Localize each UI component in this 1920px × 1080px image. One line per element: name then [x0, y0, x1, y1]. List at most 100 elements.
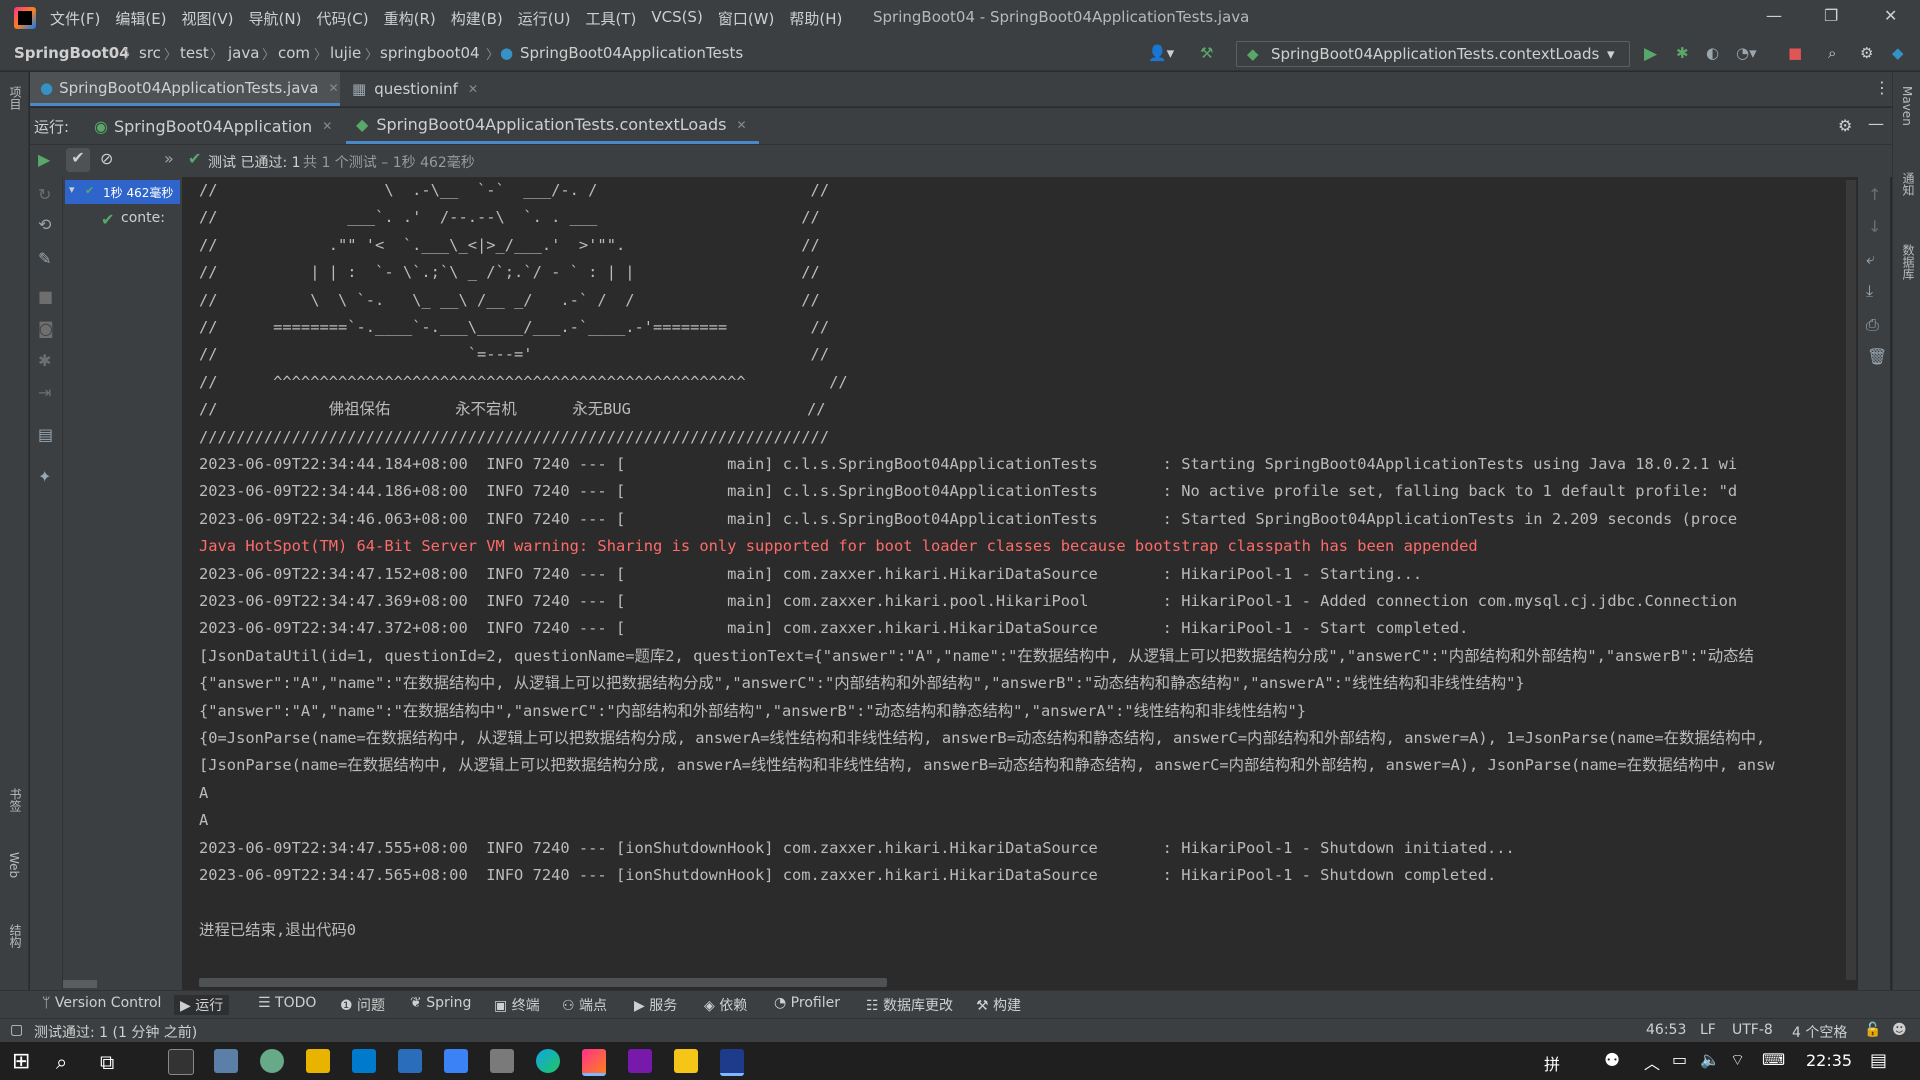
vscode-icon[interactable]	[352, 1049, 376, 1073]
close-icon[interactable]: ✕	[1884, 6, 1897, 25]
breadcrumb-java[interactable]: java	[228, 44, 259, 62]
run-settings-gear-icon[interactable]: ⚙	[1838, 116, 1852, 135]
people-icon[interactable]: ⚉	[1604, 1050, 1620, 1071]
run-tab-application[interactable]: ◉ SpringBoot04Application ✕	[94, 108, 332, 144]
bookmarks-tool-label[interactable]: 书签	[7, 788, 24, 812]
caret-position[interactable]: 46:53	[1646, 1022, 1686, 1038]
edge-browser-icon[interactable]	[536, 1049, 560, 1073]
menu-run[interactable]: 运行(U)	[518, 8, 571, 29]
minimize-icon[interactable]: —	[1766, 6, 1782, 25]
lock-icon[interactable]: 🔓	[1864, 1022, 1881, 1038]
windows-start-icon[interactable]: ⊞	[12, 1049, 30, 1074]
tab-todo[interactable]: ☰ TODO	[258, 995, 316, 1011]
run-configuration-select[interactable]: ◆ SpringBoot04ApplicationTests.contextLo…	[1236, 41, 1630, 67]
menu-edit[interactable]: 编辑(E)	[115, 8, 166, 29]
search-icon[interactable]: ⌕	[1828, 44, 1836, 62]
close-tab-icon[interactable]: ✕	[468, 82, 478, 96]
battery-icon[interactable]: ▭	[1672, 1050, 1687, 1069]
tab-endpoints[interactable]: ⚇ 端点	[562, 995, 607, 1015]
hide-window-icon[interactable]: —	[1868, 114, 1884, 133]
menu-help[interactable]: 帮助(H)	[789, 8, 842, 29]
tab-build[interactable]: ⚒ 构建	[976, 995, 1021, 1015]
mail-app-icon[interactable]	[444, 1049, 468, 1073]
console-vertical-scrollbar[interactable]	[1846, 180, 1856, 980]
menu-navigate[interactable]: 导航(N)	[249, 8, 302, 29]
console-horizontal-scroll-thumb[interactable]	[199, 978, 887, 987]
tab-profiler[interactable]: ◔ Profiler	[774, 995, 840, 1011]
chevron-down-icon[interactable]: ▾	[69, 183, 75, 196]
run-tab-context-loads[interactable]: ◆ SpringBoot04ApplicationTests.contextLo…	[346, 108, 759, 144]
console-output[interactable]: // \ .-\__ `-` ___/-. / // // ___`. .' /-…	[183, 177, 1858, 982]
menu-window[interactable]: 窗口(W)	[718, 8, 775, 29]
tree-scroll-thumb[interactable]	[63, 980, 97, 988]
camera-icon[interactable]: ◙	[38, 319, 54, 338]
coverage-icon[interactable]: ◐	[1706, 44, 1719, 62]
editor-tab-questioninf[interactable]: ▦ questioninf ✕	[352, 72, 478, 106]
tab-run[interactable]: ▶ 运行	[174, 995, 230, 1015]
breadcrumb-lujie[interactable]: lujie	[330, 44, 361, 62]
menu-build[interactable]: 构建(B)	[451, 8, 503, 29]
indent-setting[interactable]: 4 个空格	[1792, 1022, 1847, 1042]
close-tab-icon[interactable]: ✕	[322, 119, 332, 133]
maven-tool-label[interactable]: Maven	[1900, 86, 1914, 126]
action-center-icon[interactable]: ▤	[1870, 1050, 1887, 1071]
close-tab-icon[interactable]: ✕	[328, 81, 338, 95]
app-icon[interactable]	[720, 1049, 744, 1076]
editor-tab-tests-java[interactable]: ● SpringBoot04ApplicationTests.java ✕	[30, 72, 340, 106]
wrench-icon[interactable]: ✎	[38, 249, 51, 268]
tab-services[interactable]: ▶ 服务	[634, 995, 677, 1015]
breadcrumb-src[interactable]: src	[139, 44, 161, 62]
show-passed-icon[interactable]: ✔	[66, 148, 90, 172]
browser-app-icon[interactable]	[260, 1049, 284, 1073]
menu-view[interactable]: 视图(V)	[182, 8, 234, 29]
rerun-icon[interactable]: ▶	[38, 150, 50, 169]
more-options-icon[interactable]: ⋮	[1874, 78, 1890, 97]
show-ignored-icon[interactable]: ⊘	[100, 149, 113, 168]
menu-tools[interactable]: 工具(T)	[585, 8, 636, 29]
tree-row-context-loads[interactable]: ✔ conte:	[65, 207, 180, 231]
tab-version-control[interactable]: ᛘ Version Control	[42, 995, 161, 1011]
settings-gear-icon[interactable]: ⚙	[1860, 44, 1873, 62]
stop-icon[interactable]: ■	[38, 287, 53, 306]
profile-icon[interactable]: ◔▾	[1736, 44, 1757, 62]
breadcrumb-com[interactable]: com	[278, 44, 310, 62]
plugin-icon[interactable]: ◆	[1892, 44, 1904, 62]
tab-terminal[interactable]: ▣ 终端	[494, 995, 540, 1015]
file-explorer-icon[interactable]	[306, 1049, 330, 1073]
volume-icon[interactable]: 🔈	[1700, 1050, 1720, 1069]
debug-icon[interactable]: ✱	[38, 351, 51, 370]
menu-code[interactable]: 代码(C)	[316, 8, 368, 29]
layout-icon[interactable]: ▤	[38, 425, 53, 444]
chevron-up-icon[interactable]: ︿	[1644, 1050, 1660, 1074]
photos-app-icon[interactable]	[214, 1049, 238, 1073]
toggle-auto-test-icon[interactable]: ↻	[38, 185, 51, 204]
tab-dependencies[interactable]: ◈ 依赖	[704, 995, 747, 1015]
status-message[interactable]: 测试通过: 1 (1 分钟 之前)	[34, 1022, 197, 1042]
breadcrumb-class[interactable]: SpringBoot04ApplicationTests	[520, 44, 743, 62]
user-icon[interactable]: 👤▾	[1148, 44, 1174, 62]
print-icon[interactable]: ⎙	[1866, 315, 1879, 335]
debug-icon[interactable]: ✱	[1676, 44, 1689, 62]
menu-vcs[interactable]: VCS(S)	[651, 8, 702, 29]
app-icon[interactable]	[398, 1049, 422, 1073]
breadcrumb-project[interactable]: SpringBoot04	[14, 44, 130, 62]
more-toolbar-icon[interactable]: »	[164, 149, 174, 168]
search-icon[interactable]: ⌕	[56, 1050, 67, 1074]
onenote-icon[interactable]	[628, 1049, 652, 1073]
wifi-icon[interactable]: ⌔	[1730, 1050, 1745, 1070]
file-encoding[interactable]: UTF-8	[1732, 1022, 1773, 1038]
structure-tool-label[interactable]: 结构	[7, 924, 24, 948]
notifications-tool-label[interactable]: 通知	[1900, 172, 1917, 196]
tab-problems[interactable]: ❶ 问题	[340, 995, 385, 1015]
up-arrow-icon[interactable]: ↑	[1868, 185, 1881, 204]
run-icon[interactable]: ▶	[1644, 44, 1657, 64]
tree-row-root[interactable]: ▾ ✔ 1秒 462毫秒	[65, 180, 180, 204]
calculator-icon[interactable]	[490, 1049, 514, 1073]
terminal-app-icon[interactable]	[168, 1049, 194, 1075]
web-tool-label[interactable]: Web	[7, 852, 21, 878]
task-view-icon[interactable]: ⧉	[100, 1050, 114, 1074]
inspection-icon[interactable]: ☻	[1892, 1022, 1907, 1038]
database-tool-label[interactable]: 数据库	[1900, 244, 1917, 280]
exit-icon[interactable]: ⇥	[38, 383, 51, 402]
clock-time[interactable]: 22:35	[1806, 1051, 1852, 1070]
